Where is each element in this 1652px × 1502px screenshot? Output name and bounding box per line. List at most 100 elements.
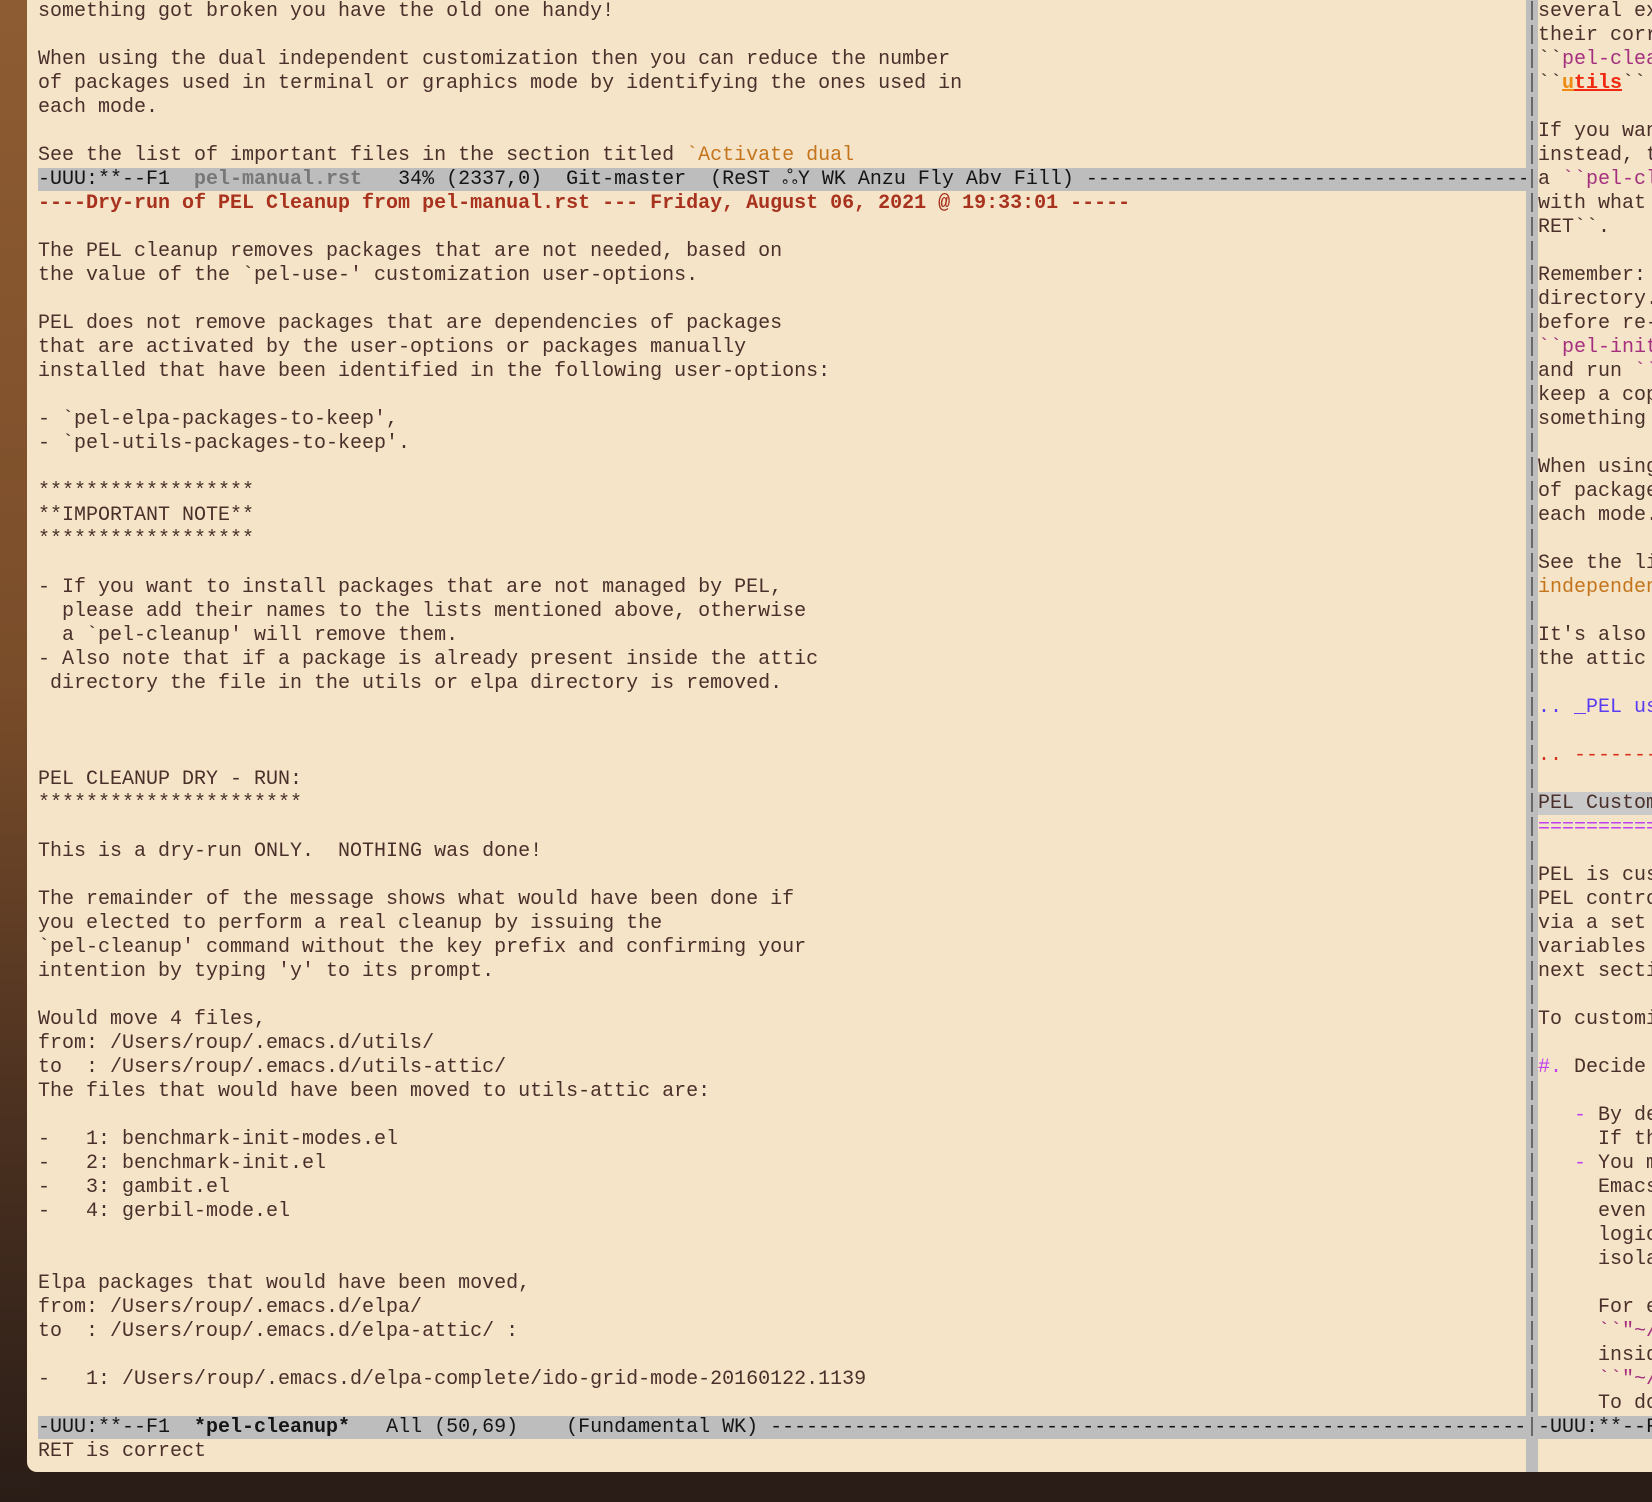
- buffer-line: isola: [1538, 1248, 1652, 1271]
- divider-bar: |: [1526, 1368, 1538, 1391]
- buffer-line: directory.: [1538, 288, 1652, 311]
- buffer-line: of packages used in terminal or graphics…: [38, 72, 963, 95]
- buffer-line: `pel-cleanup' command without the key pr…: [38, 936, 807, 959]
- buffer-line: before re-: [1538, 312, 1652, 335]
- divider-bar: |: [1526, 192, 1538, 215]
- buffer-line: .. _PEL us: [1538, 696, 1652, 720]
- buffer-line: a `pel-cleanup' will remove them.: [38, 624, 459, 647]
- buffer-line: PEL Custom: [1538, 792, 1652, 816]
- buffer-line: several ex: [1538, 0, 1652, 23]
- text-segment: [1538, 1320, 1598, 1343]
- divider-bar: |: [1526, 624, 1538, 647]
- divider-bar: |: [1526, 384, 1538, 407]
- emacs-frame: something got broken you have the old on…: [27, 0, 1652, 1472]
- divider-bar: |: [1526, 912, 1538, 935]
- mode-line-pel-cleanup[interactable]: -UUU:**--F1 *pel-cleanup* All (50,69) (F…: [38, 1416, 1526, 1439]
- divider-bar: |: [1526, 1248, 1538, 1271]
- divider-bar: |: [1526, 72, 1538, 95]
- buffer-line: The files that would have been moved to …: [38, 1080, 711, 1103]
- divider-bar: |: [1526, 1272, 1538, 1295]
- buffer-line: To do: [1538, 1392, 1652, 1415]
- buffer-line: The remainder of the message shows what …: [38, 888, 795, 911]
- buffer-line: To customi: [1538, 1008, 1652, 1031]
- buffer-line: PEL contro: [1538, 888, 1652, 911]
- buffer-line: Remember:: [1538, 264, 1652, 287]
- divider-bar: |: [1526, 480, 1538, 503]
- text-segment: tils: [1574, 72, 1623, 95]
- mode-line-position: All (50,69) (Fundamental WK): [350, 1416, 771, 1439]
- divider-bar: |: [1526, 504, 1538, 527]
- buffer-line: ``"~/: [1538, 1368, 1652, 1392]
- text-segment: [1538, 1104, 1574, 1127]
- buffer-line: When using the dual independent customiz…: [38, 48, 951, 71]
- text-segment: -: [1574, 1152, 1587, 1175]
- buffer-line: to : /Users/roup/.emacs.d/utils-attic/: [38, 1056, 507, 1079]
- buffer-line: the attic: [1538, 648, 1652, 671]
- divider-bar: |: [1526, 984, 1538, 1007]
- echo-area: RET is correct: [38, 1440, 207, 1463]
- vertical-window-divider[interactable]: | | | | | | | | | | | | | | | | | | | | | | | | | | | | | | | | | | | | | | | |…: [1526, 0, 1538, 1472]
- buffer-line: - 4: gerbil-mode.el: [38, 1200, 291, 1223]
- divider-bar: |: [1526, 576, 1538, 599]
- buffer-line: a ``pel-cl: [1538, 168, 1652, 192]
- buffer-line: Elpa packages that would have been moved…: [38, 1272, 531, 1295]
- text-segment: By de: [1586, 1104, 1652, 1127]
- buffer-line: from: /Users/roup/.emacs.d/elpa/: [38, 1296, 423, 1319]
- buffer-line: If you wan: [1538, 120, 1652, 143]
- divider-bar: |: [1526, 552, 1538, 575]
- text-segment: ``: [1538, 72, 1563, 95]
- text-segment: ``: [1538, 48, 1563, 71]
- text-segment: independen: [1538, 576, 1652, 599]
- text-segment: [1538, 1368, 1598, 1391]
- mode-line-right[interactable]: -UUU:**--F: [1538, 1416, 1652, 1439]
- divider-bar: |: [1526, 600, 1538, 623]
- mode-line-buffer-name[interactable]: *pel-cleanup*: [194, 1416, 350, 1439]
- buffer-line: **********************: [38, 792, 303, 815]
- buffer-line: PEL CLEANUP DRY - RUN:: [38, 768, 303, 791]
- divider-bar: |: [1526, 744, 1538, 767]
- mode-line-pel-manual[interactable]: -UUU:**--F1 pel-manual.rst 34% (2337,0) …: [38, 168, 1526, 191]
- buffer-line: Would move 4 files,: [38, 1008, 267, 1031]
- buffer-line: For e: [1538, 1296, 1652, 1319]
- divider-bar: |: [1526, 888, 1538, 911]
- buffer-line: insid: [1538, 1344, 1652, 1367]
- text-segment: ``pel-cl: [1562, 168, 1652, 191]
- buffer-line: keep a cop: [1538, 384, 1652, 407]
- divider-bar: |: [1526, 792, 1538, 815]
- divider-bar: |: [1526, 864, 1538, 887]
- buffer-line: ``utils``: [1538, 72, 1646, 96]
- buffer-line: something: [1538, 408, 1652, 431]
- divider-bar: |: [1526, 120, 1538, 143]
- buffer-line: directory the file in the utils or elpa …: [38, 672, 783, 695]
- divider-bar: |: [1526, 768, 1538, 791]
- buffer-line: - Also note that if a package is already…: [38, 648, 819, 671]
- divider-bar: |: [1526, 1344, 1538, 1367]
- buffer-line: See the li: [1538, 552, 1652, 575]
- buffer-line: ==========: [1538, 816, 1652, 840]
- buffer-line: the value of the `pel-use-' customizatio…: [38, 264, 699, 287]
- buffer-line: intention by typing 'y' to its prompt.: [38, 960, 495, 983]
- buffer-line: PEL does not remove packages that are de…: [38, 312, 783, 335]
- mode-line-state: -UUU:**--F1: [38, 168, 195, 191]
- divider-bar: |: [1526, 1080, 1538, 1103]
- mode-line-minor-modes: WK Anzu Fly Abv Fill): [809, 168, 1086, 191]
- divider-bar: |: [1526, 1416, 1538, 1440]
- text-segment: Decide: [1562, 1056, 1652, 1079]
- text-segment: [1538, 1152, 1574, 1175]
- text-segment: .. -------: [1538, 744, 1652, 767]
- divider-bar: |: [1526, 0, 1538, 23]
- text-segment: ``"~/: [1598, 1320, 1652, 1343]
- text-segment: ----Dry-run of PEL Cleanup from pel-manu…: [38, 192, 1131, 215]
- divider-bar: |: [1526, 1008, 1538, 1031]
- rest-mode-icon: ஃY: [782, 168, 810, 191]
- buffer-line: - 1: /Users/roup/.emacs.d/elpa-complete/…: [38, 1368, 867, 1391]
- buffer-line: ******************: [38, 528, 255, 551]
- divider-bar: |: [1526, 144, 1538, 167]
- mode-line-buffer-name[interactable]: pel-manual.rst: [194, 168, 362, 191]
- buffer-line: from: /Users/roup/.emacs.d/utils/: [38, 1032, 435, 1055]
- text-segment: u: [1562, 72, 1575, 95]
- divider-bar: |: [1526, 264, 1538, 287]
- text-segment: pel-clea: [1562, 48, 1652, 71]
- buffer-line: - 2: benchmark-init.el: [38, 1152, 327, 1175]
- buffer-line: - By de: [1538, 1104, 1652, 1128]
